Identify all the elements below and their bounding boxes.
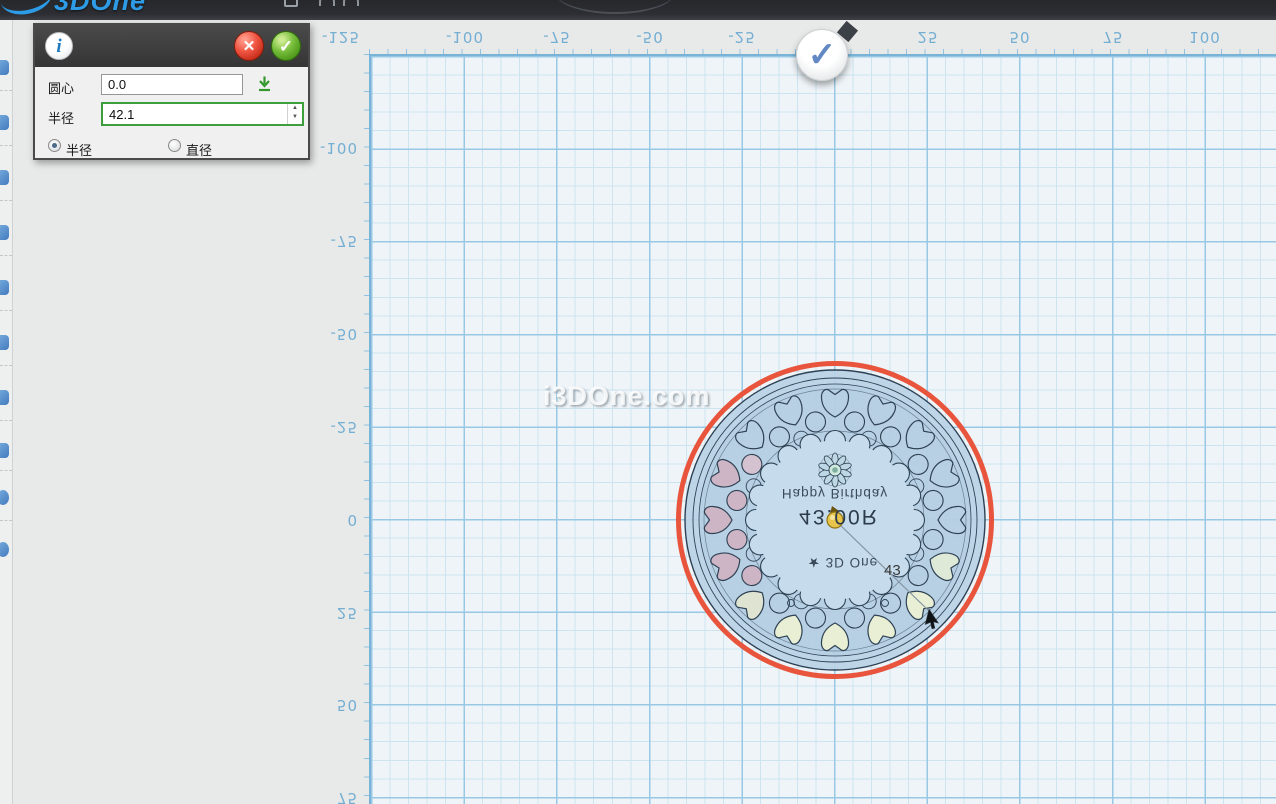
diameter-radio-label: 直径	[186, 140, 212, 159]
tool-icon-4[interactable]	[0, 225, 9, 240]
radius-input[interactable]	[101, 102, 304, 126]
toolbar-divider	[0, 470, 12, 471]
sketch-dimension-label: 43.00R	[759, 504, 919, 528]
left-ruler-ticks	[364, 54, 369, 804]
ruler-label: -100	[430, 28, 500, 46]
redo-icon[interactable]	[343, 0, 359, 6]
tool-icon-10[interactable]	[0, 542, 9, 557]
ruler-label: -50	[298, 325, 358, 343]
ruler-label: 50	[298, 696, 358, 714]
ruler-label: -25	[707, 28, 777, 46]
sketch-canvas[interactable]: -125 -100 -75 -50 -25 25 50 75 100 -100 …	[13, 20, 1276, 804]
ruler-label: -75	[522, 28, 592, 46]
tool-icon-8[interactable]	[0, 443, 9, 458]
dialog-header[interactable]: i ✕ ✓	[35, 25, 308, 67]
tool-icon-7[interactable]	[0, 390, 9, 405]
live-radius-readout: 43	[884, 562, 901, 579]
ruler-label: 75	[1078, 28, 1148, 46]
center-input[interactable]	[101, 74, 243, 95]
dialog-body: 圆心 半径 ▲ ▼ 半径 直径	[35, 67, 308, 160]
radius-field-label: 半径	[48, 108, 74, 127]
ruler-label: -50	[615, 28, 685, 46]
undo-icon[interactable]	[319, 0, 335, 6]
save-icon[interactable]	[284, 0, 298, 7]
ruler-label: 100	[1170, 28, 1240, 46]
circle-parameter-dialog: i ✕ ✓ 圆心 半径 ▲ ▼ 半径 直径	[33, 23, 310, 160]
tool-icon-3[interactable]	[0, 170, 9, 185]
spinner-down-icon[interactable]: ▼	[288, 113, 302, 122]
spinner-up-icon[interactable]: ▲	[288, 104, 302, 113]
confirm-sketch-button[interactable]: ✓	[796, 29, 848, 81]
ruler-label: 25	[893, 28, 963, 46]
pick-point-icon[interactable]	[256, 75, 273, 93]
info-icon: i	[45, 32, 73, 60]
tool-icon-6[interactable]	[0, 335, 9, 350]
ruler-label: 0	[298, 511, 358, 529]
tool-icon-1[interactable]	[0, 60, 9, 75]
radius-spinner[interactable]: ▲ ▼	[287, 104, 302, 124]
ruler-label: 75	[298, 789, 358, 804]
toolbar-divider	[0, 145, 12, 146]
toolbar-divider	[0, 420, 12, 421]
ruler-label: 50	[985, 28, 1055, 46]
tool-icon-2[interactable]	[0, 115, 9, 130]
sketch-text-greeting: Happy Birthday	[755, 486, 915, 501]
toolbar-divider	[0, 310, 12, 311]
logo-swoosh-icon	[0, 0, 55, 19]
ruler-label: -75	[298, 232, 358, 250]
radius-radio-label: 半径	[66, 140, 92, 159]
close-icon: ✕	[243, 38, 256, 55]
toolbar-divider	[0, 255, 12, 256]
app-logo: 3DOne	[54, 0, 146, 17]
radio-dot	[52, 143, 57, 148]
center-field-label: 圆心	[48, 78, 74, 97]
toolbar-divider	[0, 365, 12, 366]
check-icon: ✓	[279, 37, 293, 56]
tool-icon-9[interactable]	[0, 490, 9, 505]
ruler-label: -125	[306, 28, 376, 46]
check-icon: ✓	[808, 36, 837, 74]
ruler-label: 25	[298, 604, 358, 622]
title-bar: 3DOne	[0, 0, 1276, 20]
cancel-button[interactable]: ✕	[234, 31, 264, 61]
toolbar-divider	[0, 200, 12, 201]
left-toolbar	[0, 20, 13, 804]
tool-icon-5[interactable]	[0, 280, 9, 295]
ruler-label: -25	[298, 418, 358, 436]
titlebar-curve	[555, 0, 675, 14]
diameter-radio[interactable]	[168, 139, 181, 152]
toolbar-divider	[0, 90, 12, 91]
radius-radio[interactable]	[48, 139, 61, 152]
ok-button[interactable]: ✓	[271, 31, 301, 61]
toolbar-divider	[0, 520, 12, 521]
